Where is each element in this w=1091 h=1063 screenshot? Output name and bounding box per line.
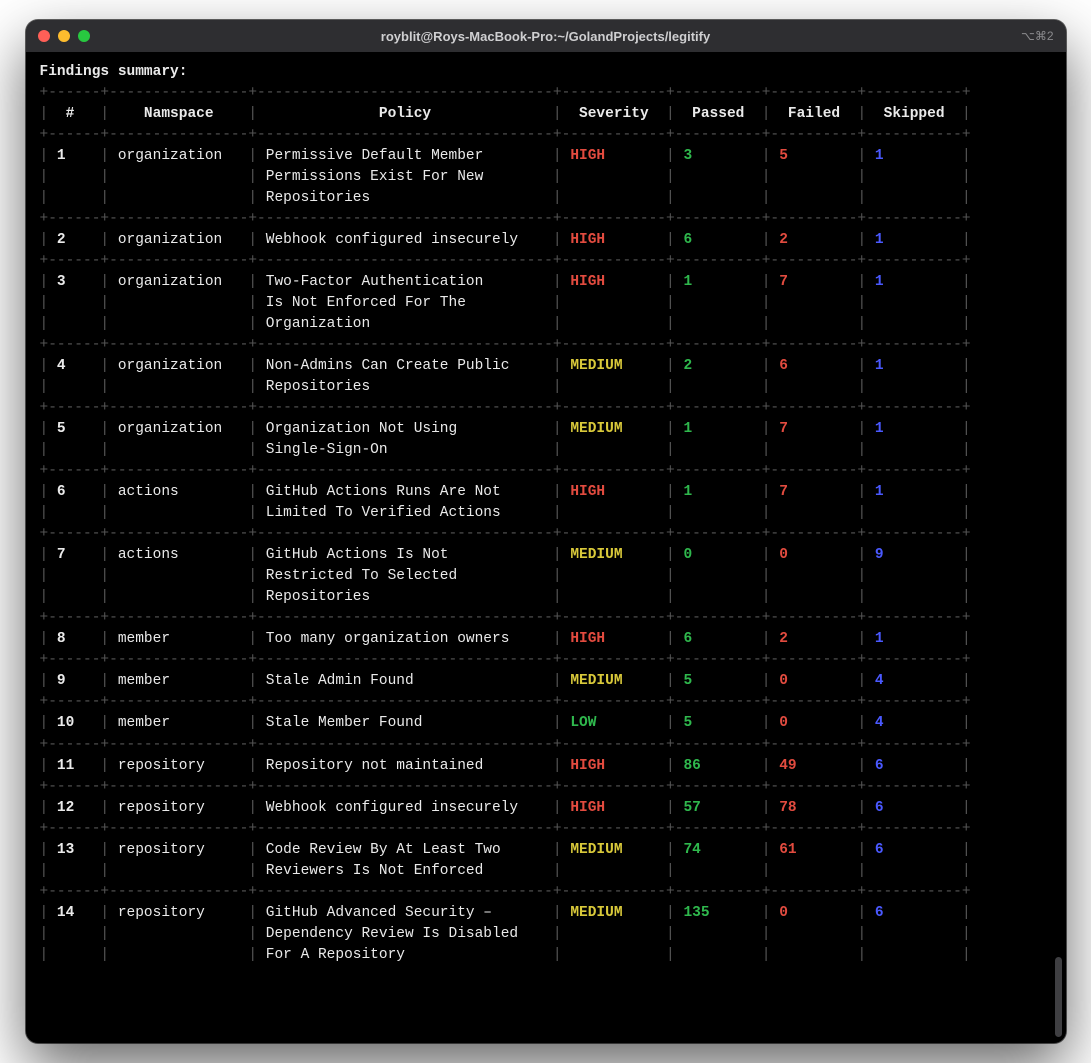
- table-row: | | | Is Not Enforced For The | | | | |: [40, 293, 1052, 314]
- minimize-icon[interactable]: [58, 30, 70, 42]
- zoom-icon[interactable]: [78, 30, 90, 42]
- table-row: | 9 | member | Stale Admin Found | MEDIU…: [40, 671, 1052, 692]
- table-row: | 8 | member | Too many organization own…: [40, 629, 1052, 650]
- table-row: | 6 | actions | GitHub Actions Runs Are …: [40, 482, 1052, 503]
- table-row: | 4 | organization | Non-Admins Can Crea…: [40, 356, 1052, 377]
- table-row: | 3 | organization | Two-Factor Authenti…: [40, 272, 1052, 293]
- terminal-output[interactable]: Findings summary:+------+---------------…: [26, 52, 1066, 1043]
- table-row: | 5 | organization | Organization Not Us…: [40, 419, 1052, 440]
- table-row: | | | Restricted To Selected | | | | |: [40, 566, 1052, 587]
- table-row: | | | Limited To Verified Actions | | | …: [40, 503, 1052, 524]
- window-titlebar: royblit@Roys-MacBook-Pro:~/GolandProject…: [26, 20, 1066, 52]
- table-row: | | | Repositories | | | | |: [40, 587, 1052, 608]
- table-row: | | | Permissions Exist For New | | | | …: [40, 167, 1052, 188]
- table-row: | 13 | repository | Code Review By At Le…: [40, 840, 1052, 861]
- table-row: | 14 | repository | GitHub Advanced Secu…: [40, 903, 1052, 924]
- table-row: | 10 | member | Stale Member Found | LOW…: [40, 713, 1052, 734]
- table-row: | | | Dependency Review Is Disabled | | …: [40, 924, 1052, 945]
- table-row: | 2 | organization | Webhook configured …: [40, 230, 1052, 251]
- window-controls: [38, 30, 90, 42]
- table-row: | 12 | repository | Webhook configured i…: [40, 798, 1052, 819]
- table-row: | 1 | organization | Permissive Default …: [40, 146, 1052, 167]
- table-row: | 11 | repository | Repository not maint…: [40, 756, 1052, 777]
- window-title: royblit@Roys-MacBook-Pro:~/GolandProject…: [26, 29, 1066, 44]
- table-row: | | | Organization | | | | |: [40, 314, 1052, 335]
- table-row: | | | Repositories | | | | |: [40, 377, 1052, 398]
- table-row: | | | Single-Sign-On | | | | |: [40, 440, 1052, 461]
- window-pane-indicator: ⌥⌘2: [1021, 29, 1054, 43]
- terminal-window: royblit@Roys-MacBook-Pro:~/GolandProject…: [26, 20, 1066, 1043]
- scrollbar-thumb[interactable]: [1055, 957, 1062, 1037]
- table-row: | | | Repositories | | | | |: [40, 188, 1052, 209]
- table-row: | 7 | actions | GitHub Actions Is Not | …: [40, 545, 1052, 566]
- close-icon[interactable]: [38, 30, 50, 42]
- table-row: | | | Reviewers Is Not Enforced | | | | …: [40, 861, 1052, 882]
- table-header: | # | Namspace | Policy | Severity | Pas…: [40, 104, 1052, 125]
- table-row: | | | For A Repository | | | | |: [40, 945, 1052, 966]
